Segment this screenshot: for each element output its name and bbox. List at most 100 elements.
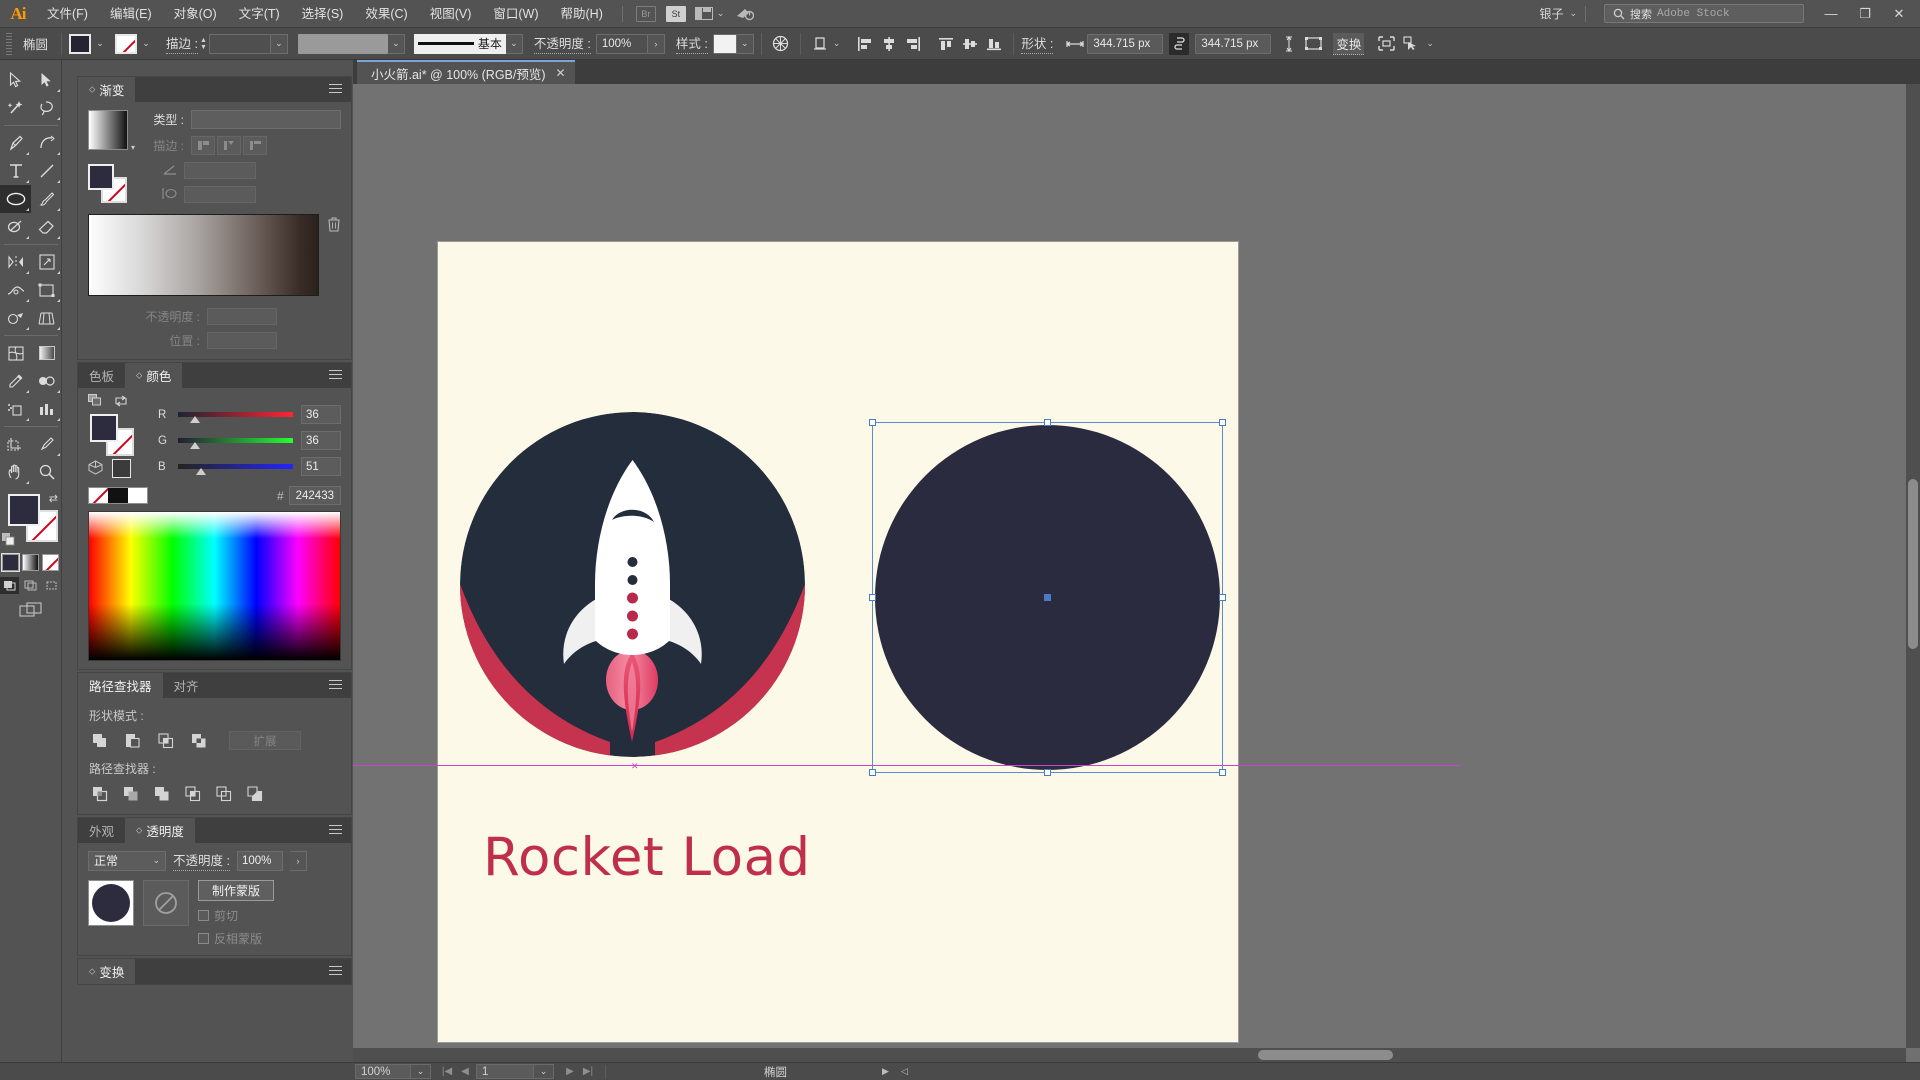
tab-pathfinder[interactable]: 路径查找器 — [78, 673, 163, 698]
status-play-icon[interactable]: ▶ — [882, 1066, 889, 1077]
tool-free-transform[interactable] — [31, 276, 62, 304]
vertical-scroll-thumb[interactable] — [1908, 479, 1918, 649]
align-bottom-button[interactable] — [983, 33, 1005, 55]
variable-width-dropdown[interactable]: ⌄ — [387, 33, 405, 54]
tool-eraser[interactable] — [31, 213, 62, 241]
gradient-preset-chevron-icon[interactable]: ▾ — [131, 143, 135, 155]
shape-width-field[interactable]: 344.715 px — [1087, 33, 1164, 54]
horizontal-scroll-thumb[interactable] — [1258, 1050, 1393, 1060]
user-name-label[interactable]: 银子 — [1533, 5, 1569, 22]
close-button[interactable]: ✕ — [1882, 1, 1916, 27]
handle-top-center[interactable] — [1044, 419, 1051, 426]
delete-stop-icon[interactable] — [327, 214, 341, 236]
minimize-button[interactable]: — — [1814, 1, 1848, 27]
canvas-vertical-scrollbar[interactable] — [1906, 84, 1920, 1048]
isolate-selection-icon[interactable] — [1375, 33, 1397, 55]
clip-checkbox[interactable] — [198, 910, 209, 921]
tool-lasso[interactable] — [31, 94, 62, 122]
pathfinder-panel-menu-icon[interactable] — [329, 679, 351, 692]
tab-gradient[interactable]: ⬦ 渐变 — [78, 77, 136, 102]
workspace-switch-icon[interactable] — [728, 1, 762, 27]
channel-g-knob[interactable] — [189, 442, 200, 449]
channel-r-knob[interactable] — [189, 416, 200, 423]
minus-back-button[interactable] — [244, 783, 265, 804]
color-panel-menu-icon[interactable] — [329, 369, 351, 382]
bounding-box-icon[interactable] — [1302, 33, 1324, 55]
zoom-level-field[interactable]: 100% — [355, 1064, 411, 1079]
color-swap-icon[interactable] — [114, 395, 128, 410]
artboard-viewport[interactable]: Rocket Load ✕ — [353, 84, 1906, 1048]
default-fill-stroke-icon[interactable] — [2, 533, 15, 546]
channel-r-value[interactable]: 36 — [301, 405, 341, 424]
menu-select[interactable]: 选择(S) — [291, 0, 355, 28]
draw-normal-button[interactable] — [0, 577, 19, 594]
toolbar-fill-swatch[interactable] — [8, 494, 40, 526]
tool-magic-wand[interactable] — [0, 94, 31, 122]
rocket-logo-artwork[interactable] — [460, 412, 805, 757]
tool-direct-selection[interactable] — [31, 66, 62, 94]
merge-button[interactable] — [151, 783, 172, 804]
handle-bottom-left[interactable] — [869, 769, 876, 776]
current-tool-label[interactable]: 椭圆 — [764, 1064, 787, 1080]
transparency-opacity-flyout[interactable]: › — [289, 850, 307, 871]
align-to-selection-icon[interactable] — [809, 33, 831, 55]
current-color-chip[interactable] — [112, 459, 131, 478]
hex-value-field[interactable]: 242433 — [288, 486, 341, 505]
tool-eyedropper[interactable] — [0, 367, 31, 395]
stock-icon[interactable]: St — [665, 5, 686, 22]
opacity-label[interactable]: 不透明度 : — [533, 33, 591, 54]
intersect-button[interactable] — [155, 730, 176, 751]
tab-transform[interactable]: ⬦ 变换 — [78, 959, 136, 984]
tool-scale[interactable] — [31, 248, 62, 276]
align-top-button[interactable] — [935, 33, 957, 55]
stroke-profile-dropdown[interactable]: ⌄ — [505, 33, 523, 54]
stroke-weight-field[interactable] — [208, 33, 271, 54]
tab-align[interactable]: 对齐 — [163, 673, 210, 698]
handle-bottom-center[interactable] — [1044, 769, 1051, 776]
gradient-opacity-select[interactable] — [207, 308, 277, 325]
transform-panel-menu-icon[interactable] — [329, 965, 351, 978]
tab-swatches[interactable]: 色板 — [78, 363, 125, 388]
tool-ellipse[interactable] — [0, 185, 31, 213]
stroke-profile-preview[interactable]: 基本 — [413, 33, 506, 54]
adobe-stock-search[interactable]: 搜索 Adobe Stock — [1604, 4, 1804, 23]
crop-button[interactable] — [182, 783, 203, 804]
status-resize-grip[interactable]: ◁ — [901, 1066, 908, 1077]
control-bar-grip[interactable] — [4, 32, 14, 55]
menu-object[interactable]: 对象(O) — [163, 0, 228, 28]
tool-curvature[interactable] — [31, 129, 62, 157]
draw-inside-button[interactable] — [42, 577, 61, 594]
handle-middle-left[interactable] — [869, 594, 876, 601]
clip-checkbox-row[interactable]: 剪切 — [198, 907, 274, 924]
canvas-horizontal-scrollbar[interactable] — [353, 1048, 1906, 1062]
constrain-proportions-toggle[interactable] — [1169, 32, 1190, 55]
channel-g-slider[interactable] — [178, 437, 293, 449]
tool-zoom[interactable] — [31, 458, 62, 486]
color-layers-icon[interactable] — [88, 394, 102, 410]
channel-g-value[interactable]: 36 — [301, 431, 341, 450]
tool-shaper[interactable] — [0, 213, 31, 241]
align-center-h-button[interactable] — [878, 33, 900, 55]
tool-gradient[interactable] — [31, 339, 62, 367]
gradient-preview-thumb[interactable] — [88, 110, 128, 150]
channel-r-slider[interactable] — [178, 411, 293, 423]
color-spectrum-ramp[interactable] — [88, 511, 341, 661]
opacity-field[interactable]: 100% — [595, 33, 648, 54]
expand-button[interactable]: 扩展 — [229, 731, 301, 750]
swatch-none[interactable] — [89, 488, 109, 503]
tool-slice[interactable] — [31, 430, 62, 458]
menu-type[interactable]: 文字(T) — [228, 0, 291, 28]
first-artboard-button[interactable]: |◀ — [438, 1066, 456, 1077]
select-similar-chevron-icon[interactable]: ⌄ — [1422, 38, 1438, 49]
handle-top-right[interactable] — [1219, 419, 1226, 426]
style-label[interactable]: 样式 : — [675, 33, 708, 54]
recolor-artwork-icon[interactable] — [770, 33, 792, 55]
tab-transparency[interactable]: ⬦ 透明度 — [125, 818, 195, 843]
trim-button[interactable] — [120, 783, 141, 804]
gradient-fill-button[interactable] — [22, 554, 39, 571]
stroke-gradient-within-button[interactable] — [191, 136, 216, 155]
handle-center-point[interactable] — [1044, 594, 1051, 601]
menu-effect[interactable]: 效果(C) — [354, 0, 418, 28]
tool-symbol-sprayer[interactable] — [0, 395, 31, 423]
prev-artboard-button[interactable]: ◀ — [456, 1066, 474, 1077]
